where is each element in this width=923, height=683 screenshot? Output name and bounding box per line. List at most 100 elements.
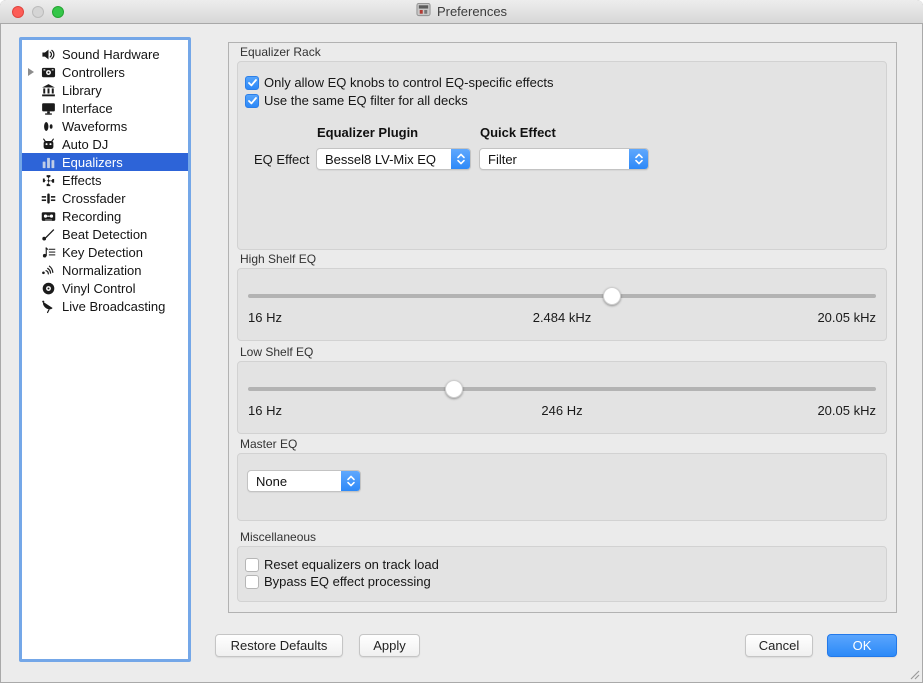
apply-button[interactable]: Apply: [359, 634, 420, 657]
sidebar-item-beat-detection[interactable]: Beat Detection: [22, 225, 188, 243]
sidebar-item-label: Vinyl Control: [62, 281, 135, 296]
sidebar-item-label: Recording: [62, 209, 121, 224]
group-title: Miscellaneous: [240, 530, 887, 544]
sidebar-item-label: Crossfader: [62, 191, 126, 206]
sidebar-item-label: Normalization: [62, 263, 141, 278]
group-title: High Shelf EQ: [240, 252, 887, 266]
checkbox-label: Use the same EQ filter for all decks: [264, 93, 468, 108]
controllers-icon: [40, 64, 56, 80]
high-shelf-slider[interactable]: [248, 286, 876, 306]
scale-min-label: 16 Hz: [248, 403, 457, 418]
checkbox-label: Only allow EQ knobs to control EQ-specif…: [264, 75, 554, 90]
high-shelf-scale: 16 Hz 2.484 kHz 20.05 kHz: [248, 310, 876, 325]
key-detection-icon: [40, 244, 56, 260]
low-shelf-scale: 16 Hz 246 Hz 20.05 kHz: [248, 403, 876, 418]
recording-icon: [40, 208, 56, 224]
effects-icon: [40, 172, 56, 188]
sidebar-item-waveforms[interactable]: Waveforms: [22, 117, 188, 135]
sidebar-item-label: Controllers: [62, 65, 125, 80]
equalizer-plugin-value: Bessel8 LV-Mix EQ: [317, 152, 470, 167]
sidebar-item-label: Library: [62, 83, 102, 98]
sidebar-item-equalizers[interactable]: Equalizers: [22, 153, 188, 171]
sidebar-item-recording[interactable]: Recording: [22, 207, 188, 225]
sidebar-item-auto-dj[interactable]: Auto DJ: [22, 135, 188, 153]
high-shelf-eq-group: High Shelf EQ 16 Hz 2.484 kHz 20.05 kHz: [237, 252, 887, 341]
scale-value-label: 2.484 kHz: [457, 310, 666, 325]
group-title: Master EQ: [240, 437, 887, 451]
disclosure-triangle-icon[interactable]: [28, 68, 34, 76]
equalizer-plugin-select[interactable]: Bessel8 LV-Mix EQ: [316, 148, 471, 170]
window-title: Preferences: [437, 4, 507, 19]
equalizers-icon: [40, 154, 56, 170]
sidebar-item-label: Live Broadcasting: [62, 299, 165, 314]
group-title: Equalizer Rack: [240, 45, 887, 59]
cancel-button[interactable]: Cancel: [745, 634, 813, 657]
slider-track[interactable]: [248, 294, 876, 298]
sidebar-item-label: Equalizers: [62, 155, 123, 170]
bypass-eq-checkbox[interactable]: [245, 575, 259, 589]
chevron-up-down-icon: [341, 471, 360, 491]
equalizer-rack-group: Equalizer Rack Only allow EQ knobs to co…: [237, 45, 887, 250]
reset-equalizers-checkbox-row: Reset equalizers on track load: [245, 556, 439, 573]
quick-effect-select[interactable]: Filter: [479, 148, 649, 170]
restore-defaults-button[interactable]: Restore Defaults: [215, 634, 343, 657]
same-eq-filter-checkbox-row: Use the same EQ filter for all decks: [245, 92, 468, 109]
waveforms-icon: [40, 118, 56, 134]
sidebar-item-vinyl-control[interactable]: Vinyl Control: [22, 279, 188, 297]
low-shelf-eq-group: Low Shelf EQ 16 Hz 246 Hz 20.05 kHz: [237, 345, 887, 434]
equalizer-plugin-column-header: Equalizer Plugin: [317, 125, 418, 140]
same-eq-filter-checkbox[interactable]: [245, 94, 259, 108]
sidebar-item-sound-hardware[interactable]: Sound Hardware: [22, 45, 188, 63]
sidebar-item-label: Effects: [62, 173, 102, 188]
live-broadcasting-icon: [40, 298, 56, 314]
resize-grip-icon[interactable]: [907, 667, 920, 680]
titlebar: Preferences: [0, 0, 923, 24]
sidebar-item-library[interactable]: Library: [22, 81, 188, 99]
eq-effect-row-label: EQ Effect: [254, 152, 309, 167]
sidebar-item-interface[interactable]: Interface: [22, 99, 188, 117]
chevron-up-down-icon: [451, 149, 470, 169]
vinyl-control-icon: [40, 280, 56, 296]
chevron-up-down-icon: [629, 149, 648, 169]
sidebar-item-crossfader[interactable]: Crossfader: [22, 189, 188, 207]
slider-track[interactable]: [248, 387, 876, 391]
sidebar-item-controllers[interactable]: Controllers: [22, 63, 188, 81]
normalization-icon: [40, 262, 56, 278]
beat-detection-icon: [40, 226, 56, 242]
scale-max-label: 20.05 kHz: [667, 403, 876, 418]
library-icon: [40, 82, 56, 98]
low-shelf-slider-thumb[interactable]: [445, 380, 463, 398]
reset-equalizers-checkbox[interactable]: [245, 558, 259, 572]
high-shelf-slider-thumb[interactable]: [603, 287, 621, 305]
sidebar-item-label: Sound Hardware: [62, 47, 160, 62]
eq-knobs-checkbox[interactable]: [245, 76, 259, 90]
crossfader-icon: [40, 190, 56, 206]
checkbox-label: Bypass EQ effect processing: [264, 574, 431, 589]
auto-dj-icon: [40, 136, 56, 152]
settings-panel: Equalizer Rack Only allow EQ knobs to co…: [228, 42, 897, 613]
ok-button[interactable]: OK: [827, 634, 897, 657]
master-eq-group: Master EQ None: [237, 437, 887, 521]
preferences-app-icon: [416, 2, 431, 22]
sidebar-item-normalization[interactable]: Normalization: [22, 261, 188, 279]
sidebar-item-key-detection[interactable]: Key Detection: [22, 243, 188, 261]
sound-hardware-icon: [40, 46, 56, 62]
scale-min-label: 16 Hz: [248, 310, 457, 325]
quick-effect-value: Filter: [480, 152, 648, 167]
group-title: Low Shelf EQ: [240, 345, 887, 359]
interface-icon: [40, 100, 56, 116]
sidebar-item-label: Interface: [62, 101, 113, 116]
sidebar-item-live-broadcasting[interactable]: Live Broadcasting: [22, 297, 188, 315]
checkbox-label: Reset equalizers on track load: [264, 557, 439, 572]
eq-knobs-checkbox-row: Only allow EQ knobs to control EQ-specif…: [245, 74, 554, 91]
master-eq-select[interactable]: None: [247, 470, 361, 492]
sidebar-item-label: Waveforms: [62, 119, 127, 134]
sidebar-item-label: Key Detection: [62, 245, 143, 260]
sidebar-item-label: Beat Detection: [62, 227, 147, 242]
low-shelf-slider[interactable]: [248, 379, 876, 399]
sidebar-list: Sound Hardware Controllers Library Inter…: [22, 45, 188, 315]
preferences-window: Preferences Sound Hardware Controllers L…: [0, 0, 923, 683]
quick-effect-column-header: Quick Effect: [480, 125, 556, 140]
preferences-sidebar: Sound Hardware Controllers Library Inter…: [19, 37, 191, 662]
sidebar-item-effects[interactable]: Effects: [22, 171, 188, 189]
